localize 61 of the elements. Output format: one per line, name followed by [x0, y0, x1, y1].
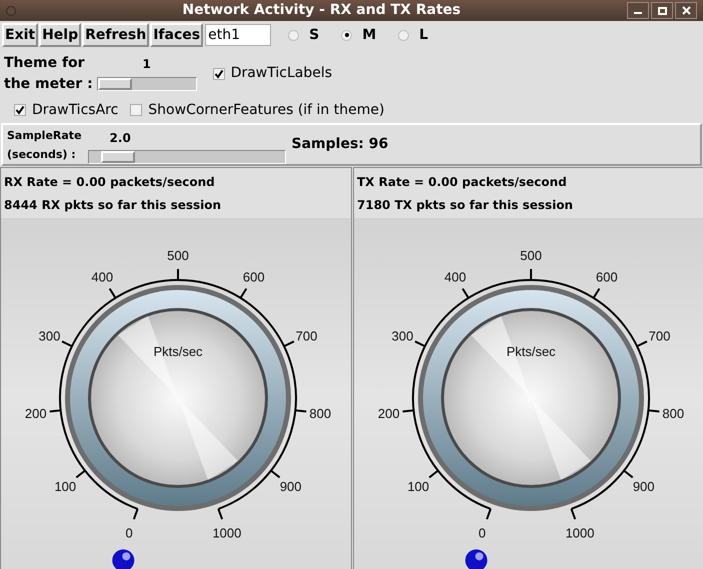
tick-label: 300 — [38, 328, 60, 344]
checkbox[interactable] — [130, 104, 142, 116]
checkbox-label: ShowCornerFeatures (if in theme) — [148, 100, 384, 120]
close-icon — [682, 6, 690, 15]
close-button[interactable] — [675, 2, 697, 19]
rate-text: RX Rate = 0.00 packets/second — [4, 174, 216, 191]
window-title: Network Activity - RX and TX Rates — [181, 1, 462, 20]
tick-label: 800 — [662, 406, 684, 421]
tick-label: 600 — [596, 270, 618, 285]
packet-count-text: 8444 RX pkts so far this session — [4, 197, 222, 214]
tick-label: 900 — [632, 479, 655, 494]
minimize-button[interactable] — [627, 2, 649, 19]
theme-label: Theme for — [4, 54, 86, 73]
toolbar-button[interactable]: Ifaces — [150, 23, 204, 47]
checkbox[interactable] — [14, 104, 26, 116]
tick-label: 0 — [478, 525, 486, 540]
tick-label: 500 — [520, 248, 542, 263]
tick-label: 400 — [91, 270, 114, 285]
samples-count: Samples: 96 — [292, 135, 388, 154]
tick-label: 1000 — [565, 525, 594, 540]
units-label: Pkts/sec — [153, 344, 203, 359]
maximize-button[interactable] — [651, 2, 673, 19]
slider-thumb[interactable] — [101, 151, 136, 163]
tick-label: 300 — [392, 328, 414, 344]
tick-label: 400 — [444, 270, 466, 285]
radio-button[interactable] — [288, 30, 300, 40]
radio-label: S — [309, 26, 320, 44]
radio-label: M — [362, 26, 376, 44]
interface-field[interactable]: eth1 — [205, 24, 272, 46]
tick-label: 700 — [296, 328, 318, 344]
units-label: Pkts/sec — [506, 344, 556, 359]
checkbox-label: DrawTicLabels — [230, 64, 332, 83]
tick-label: 800 — [309, 406, 332, 421]
rate-text: TX Rate = 0.00 packets/second — [357, 174, 568, 191]
packet-count-text: 7180 TX pkts so far this session — [357, 197, 574, 214]
sample-rate-label: (seconds) : — [7, 146, 77, 162]
tick-label: 900 — [280, 479, 302, 494]
tick-label: 500 — [167, 248, 189, 263]
tick-label: 100 — [54, 479, 76, 494]
sample-rate-label: SampleRate — [7, 128, 82, 144]
theme-label: the meter : — [4, 75, 93, 94]
checkbox[interactable] — [212, 68, 225, 80]
toolbar-button[interactable]: Exit — [2, 23, 38, 47]
tick-label: 100 — [407, 479, 430, 494]
tick-label: 200 — [24, 406, 47, 421]
tick-label: 600 — [242, 270, 265, 285]
radio-button[interactable] — [341, 30, 352, 40]
radio-button[interactable] — [398, 30, 410, 40]
maximize-icon — [658, 6, 666, 14]
tick-label: 700 — [648, 328, 670, 344]
tick-label: 1000 — [212, 525, 242, 540]
sample-rate-value: 2.0 — [110, 130, 132, 147]
minimize-icon — [634, 12, 642, 14]
slider-thumb[interactable] — [98, 78, 132, 90]
theme-value: 1 — [142, 56, 151, 73]
toolbar-button[interactable]: Refresh — [82, 23, 150, 47]
radio-label: L — [419, 26, 428, 44]
toolbar-button[interactable]: Help — [39, 23, 82, 47]
checkbox-label: DrawTicsArc — [32, 100, 118, 120]
tick-label: 200 — [378, 406, 400, 421]
tick-label: 0 — [125, 525, 133, 540]
